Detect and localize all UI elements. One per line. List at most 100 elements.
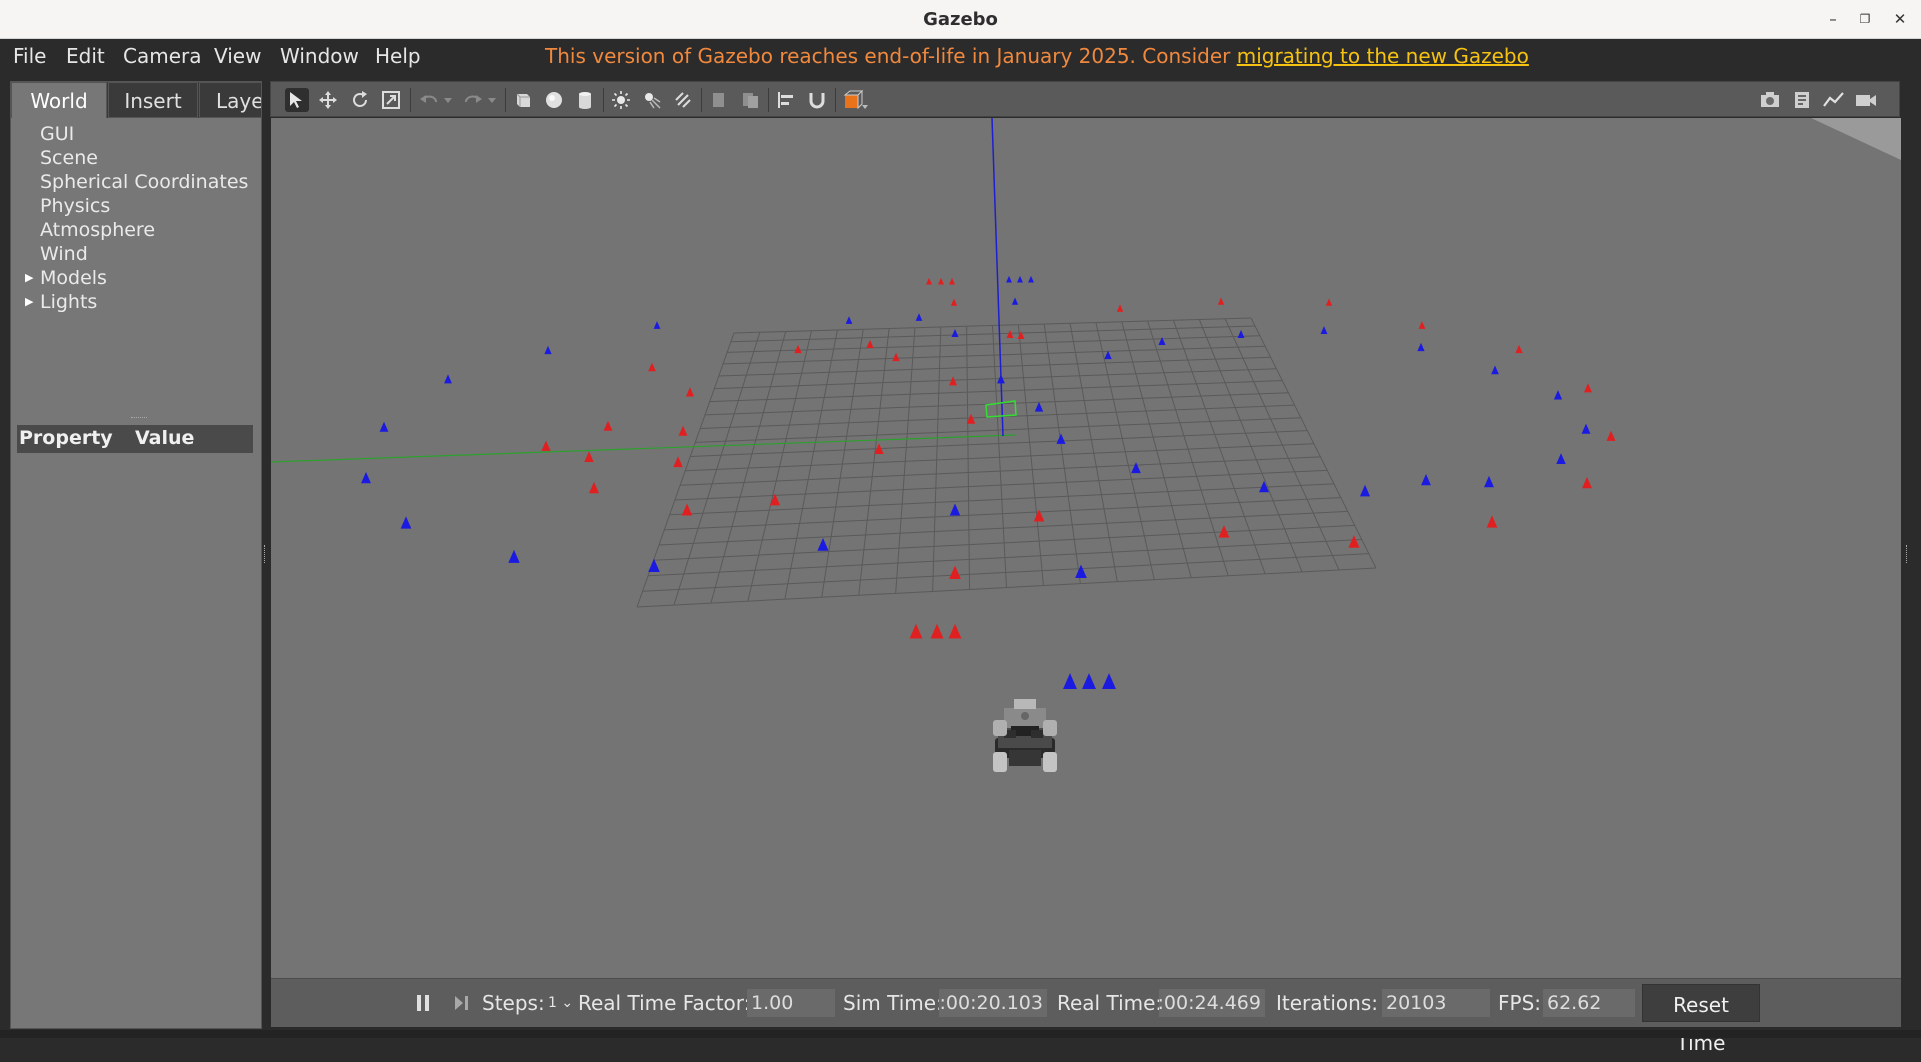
blue-cone[interactable] <box>1011 297 1019 305</box>
copy-icon[interactable] <box>707 88 731 112</box>
menu-help[interactable]: Help <box>375 44 421 68</box>
tab-layers[interactable]: Laye <box>199 82 261 118</box>
red-cone[interactable] <box>892 352 900 362</box>
record-video-icon[interactable] <box>1854 88 1878 112</box>
tree-item-scene[interactable]: Scene <box>11 146 261 170</box>
red-cone[interactable] <box>949 277 955 285</box>
scale-icon[interactable] <box>379 88 403 112</box>
align-icon[interactable] <box>774 88 798 112</box>
directional-light-icon[interactable] <box>671 88 695 112</box>
red-cone[interactable] <box>648 362 656 372</box>
right-splitter-handle[interactable] <box>1906 545 1910 563</box>
minimize-icon[interactable]: – <box>1822 8 1844 30</box>
menu-view[interactable]: View <box>214 44 261 68</box>
blue-cone[interactable] <box>1581 423 1591 434</box>
pause-icon[interactable] <box>415 993 431 1013</box>
red-cone[interactable] <box>1515 344 1523 354</box>
blue-cone[interactable] <box>1104 350 1112 360</box>
tree-item-gui[interactable]: GUI <box>11 122 261 146</box>
snap-icon[interactable] <box>805 88 829 112</box>
blue-cone[interactable] <box>1102 673 1116 689</box>
blue-cone[interactable] <box>1034 402 1044 412</box>
blue-cone[interactable] <box>1131 462 1141 474</box>
blue-cone[interactable] <box>1158 336 1166 346</box>
red-cone[interactable] <box>584 451 594 463</box>
blue-cone[interactable] <box>1006 275 1012 283</box>
screenshot-icon[interactable] <box>1758 88 1782 112</box>
paste-icon[interactable] <box>738 88 762 112</box>
blue-cone[interactable] <box>1063 673 1077 689</box>
blue-cone[interactable] <box>845 316 853 324</box>
menu-camera[interactable]: Camera <box>123 44 202 68</box>
migration-link[interactable]: migrating to the new Gazebo <box>1237 44 1529 68</box>
red-cone[interactable] <box>930 623 944 639</box>
panel-splitter-handle[interactable] <box>131 417 147 422</box>
log-icon[interactable] <box>1790 88 1814 112</box>
sphere-icon[interactable] <box>542 88 566 112</box>
red-cone[interactable] <box>541 440 551 451</box>
red-cone[interactable] <box>1606 430 1616 441</box>
tree-item-spherical-coordinates[interactable]: Spherical Coordinates <box>11 170 261 194</box>
undo-icon[interactable] <box>417 88 441 112</box>
red-cone[interactable] <box>1582 476 1592 489</box>
tree-item-lights[interactable]: ▶ Lights <box>11 290 261 314</box>
red-cone[interactable] <box>1006 330 1014 338</box>
menu-edit[interactable]: Edit <box>66 44 105 68</box>
redo-icon[interactable] <box>461 88 485 112</box>
red-cone[interactable] <box>1583 383 1593 393</box>
red-cone[interactable] <box>1486 515 1498 528</box>
blue-cone[interactable] <box>1082 673 1096 689</box>
blue-cone[interactable] <box>544 345 552 355</box>
red-cone[interactable] <box>794 344 802 354</box>
blue-cone[interactable] <box>1553 390 1563 400</box>
red-cone[interactable] <box>866 339 874 349</box>
red-cone[interactable] <box>950 298 958 306</box>
red-cone[interactable] <box>926 277 932 285</box>
3d-viewport[interactable] <box>271 118 1901 978</box>
blue-cone[interactable] <box>1017 275 1023 283</box>
red-cone[interactable] <box>938 277 944 285</box>
blue-cone[interactable] <box>915 313 923 321</box>
tree-item-atmosphere[interactable]: Atmosphere <box>11 218 261 242</box>
red-cone[interactable] <box>1116 304 1124 312</box>
blue-cone[interactable] <box>949 503 961 516</box>
blue-cone[interactable] <box>400 516 412 529</box>
blue-cone[interactable] <box>1417 342 1425 352</box>
blue-cone[interactable] <box>508 549 520 563</box>
tree-item-wind[interactable]: Wind <box>11 242 261 266</box>
view-angle-icon[interactable] <box>841 88 871 112</box>
blue-cone[interactable] <box>1484 475 1494 488</box>
undo-dropdown-icon[interactable] <box>441 88 455 112</box>
red-cone[interactable] <box>1325 298 1333 306</box>
blue-cone[interactable] <box>1028 275 1034 283</box>
plot-icon[interactable] <box>1822 88 1846 112</box>
expand-arrow-icon[interactable]: ▶ <box>25 266 33 290</box>
translate-icon[interactable] <box>316 88 340 112</box>
blue-cone[interactable] <box>1075 564 1087 579</box>
blue-cone[interactable] <box>648 558 660 572</box>
blue-cone[interactable] <box>1556 453 1566 465</box>
redo-dropdown-icon[interactable] <box>485 88 499 112</box>
close-icon[interactable]: ✕ <box>1889 8 1911 30</box>
tree-item-physics[interactable]: Physics <box>11 194 261 218</box>
maximize-icon[interactable]: ❐ <box>1854 8 1876 30</box>
red-cone[interactable] <box>948 623 962 639</box>
menu-file[interactable]: File <box>13 44 46 68</box>
left-splitter-handle[interactable] <box>264 545 268 563</box>
expand-arrow-icon[interactable]: ▶ <box>25 290 33 314</box>
blue-cone[interactable] <box>951 329 959 337</box>
red-cone[interactable] <box>1348 535 1360 548</box>
blue-cone[interactable] <box>379 421 389 432</box>
vehicle-model[interactable] <box>993 699 1057 772</box>
red-cone[interactable] <box>603 420 613 431</box>
select-arrow-icon[interactable] <box>285 88 309 112</box>
steps-spinner[interactable]: 1 ⌄ <box>548 995 573 1011</box>
blue-cone[interactable] <box>1056 433 1066 444</box>
blue-cone[interactable] <box>817 538 829 551</box>
blue-cone[interactable] <box>1320 326 1328 334</box>
point-light-icon[interactable] <box>609 88 633 112</box>
red-cone[interactable] <box>1033 509 1045 522</box>
menu-window[interactable]: Window <box>280 44 359 68</box>
rotate-icon[interactable] <box>348 88 372 112</box>
red-cone[interactable] <box>588 481 600 494</box>
